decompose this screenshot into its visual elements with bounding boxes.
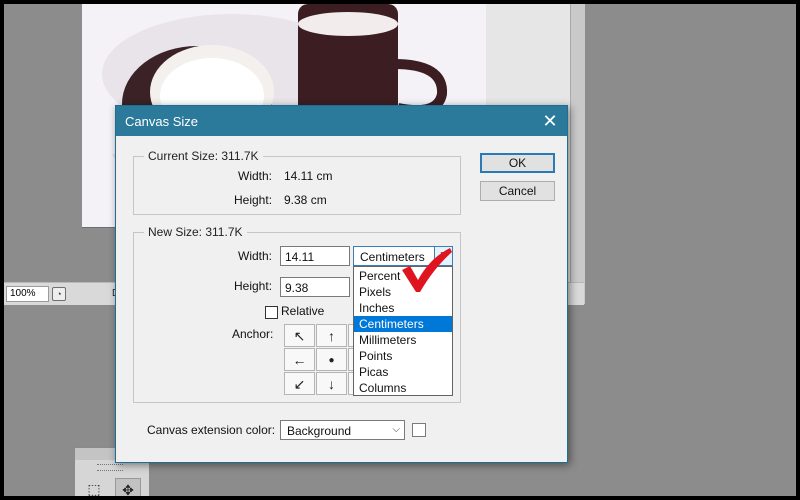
dialog-title: Canvas Size: [125, 114, 198, 129]
anchor-left-icon[interactable]: ←: [284, 348, 315, 371]
new-height-label: Height:: [234, 279, 273, 293]
status-info-icon[interactable]: ◔: [52, 287, 66, 301]
anchor-bottom-left-icon[interactable]: ↙: [284, 372, 315, 395]
unit-option-points[interactable]: Points: [354, 348, 452, 364]
current-height-value: 9.38 cm: [284, 193, 327, 207]
anchor-top-left-icon[interactable]: ↖: [284, 324, 315, 347]
vertical-scrollbar[interactable]: [570, 4, 585, 304]
anchor-label: Anchor:: [232, 327, 274, 341]
checkmark-icon: [402, 248, 452, 292]
current-width-label: Width:: [238, 169, 273, 183]
anchor-top-icon[interactable]: ↑: [316, 324, 347, 347]
relative-label: Relative: [281, 304, 325, 318]
unit-option-picas[interactable]: Picas: [354, 364, 452, 380]
current-height-label: Height:: [234, 193, 273, 207]
marquee-tool-icon[interactable]: ⬚: [81, 478, 107, 496]
unit-option-columns[interactable]: Columns: [354, 380, 452, 396]
extension-color-value: Background: [287, 424, 352, 438]
panel-grip[interactable]: [97, 464, 123, 471]
current-width-value: 14.11 cm: [284, 169, 333, 183]
new-width-input[interactable]: 14.11: [280, 246, 350, 266]
relative-checkbox[interactable]: [265, 306, 278, 319]
anchor-bottom-icon[interactable]: ↓: [316, 372, 347, 395]
cancel-button[interactable]: Cancel: [480, 181, 555, 201]
anchor-center-icon[interactable]: ●: [316, 348, 347, 371]
new-height-input[interactable]: 9.38: [280, 277, 350, 297]
close-icon[interactable]: ✕: [533, 106, 567, 136]
chevron-down-icon[interactable]: ⌵: [392, 424, 400, 435]
unit-option-centimeters[interactable]: Centimeters: [354, 316, 452, 332]
canvas-size-dialog: Canvas Size ✕ Current Size: 311.7K Width…: [115, 105, 568, 463]
current-size-legend: Current Size: 311.7K: [148, 149, 259, 163]
move-tool-icon[interactable]: ✥: [115, 478, 141, 496]
ok-button[interactable]: OK: [480, 153, 555, 173]
unit-option-inches[interactable]: Inches: [354, 300, 452, 316]
new-size-legend: New Size: 311.7K: [148, 225, 243, 239]
new-width-label: Width:: [238, 249, 273, 263]
unit-option-millimeters[interactable]: Millimeters: [354, 332, 452, 348]
dialog-titlebar[interactable]: Canvas Size ✕: [116, 106, 567, 136]
extension-color-select[interactable]: Background ⌵: [280, 420, 405, 440]
extension-color-swatch[interactable]: [412, 423, 426, 437]
zoom-level-field[interactable]: 100%: [6, 286, 49, 302]
extension-color-label: Canvas extension color:: [147, 423, 276, 437]
